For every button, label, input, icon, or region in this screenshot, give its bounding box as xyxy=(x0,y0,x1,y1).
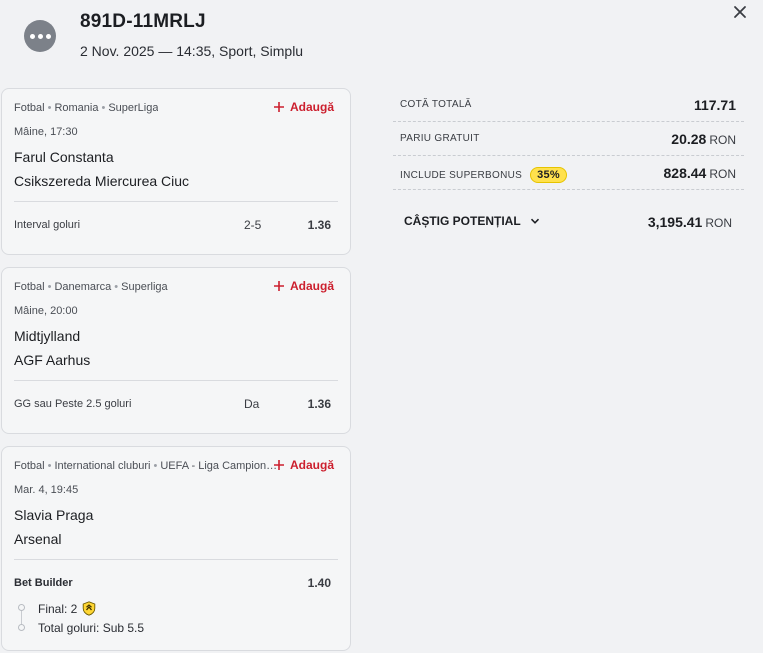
ticket-header: 891D-11MRLJ 2 Nov. 2025 — 14:35, Sport, … xyxy=(0,0,763,80)
free-bet-value: 20.28 xyxy=(671,131,707,147)
potential-win-row: CÂȘTIG POTENȚIAL 3,195.41 RON xyxy=(393,210,744,250)
timeline-dot xyxy=(18,624,25,631)
bet-card: Fotbal • Danemarca • Superliga Adaugă Mâine,… xyxy=(1,267,351,434)
selection: 2-5 xyxy=(244,218,262,232)
free-bet-row: PARIU GRATUIT 20.28 RON xyxy=(393,122,744,156)
chevron-down-icon xyxy=(530,218,539,224)
home-team: Slavia Praga xyxy=(14,507,94,523)
total-odds-row: COTĂ TOTALĂ 117.71 xyxy=(393,88,744,122)
away-team: Csikszereda Miercurea Ciuc xyxy=(14,173,190,189)
home-team: Farul Constanta xyxy=(14,149,114,165)
away-team: AGF Aarhus xyxy=(14,352,91,368)
superbonus-badge: 35% xyxy=(530,167,568,183)
superbonus-value: 828.44 xyxy=(663,165,707,181)
plus-icon xyxy=(273,460,284,470)
odd-value: 1.40 xyxy=(307,576,331,590)
home-team: Midtjylland xyxy=(14,328,81,344)
total-odds-label: COTĂ TOTALĂ xyxy=(400,99,472,110)
bet-card: Fotbal • International cluburi • UEFA - Liga… xyxy=(1,446,351,651)
add-button[interactable]: Adaugă xyxy=(273,100,334,114)
away-team: Arsenal xyxy=(14,531,62,547)
ticket-subtitle: 2 Nov. 2025 — 14:35, Sport, Simplu xyxy=(80,43,304,59)
more-dots-icon[interactable] xyxy=(24,20,56,52)
currency: RON xyxy=(705,216,732,230)
league-breadcrumb: Fotbal • Danemarca • Superliga xyxy=(14,281,168,293)
close-icon[interactable] xyxy=(731,3,749,21)
add-button[interactable]: Adaugă xyxy=(273,458,334,472)
superbonus-label: INCLUDE SUPERBONUS xyxy=(400,169,523,181)
total-odds-value: 117.71 xyxy=(693,97,736,113)
market-name: Interval goluri xyxy=(14,219,81,231)
ticket-id: 891D-11MRLJ xyxy=(80,11,206,32)
divider xyxy=(14,559,338,560)
free-bet-label: PARIU GRATUIT xyxy=(400,133,480,144)
plus-icon xyxy=(273,102,284,112)
builder-selection: Total goluri: Sub 5.5 xyxy=(38,621,145,635)
potential-win-value: 3,195.41 xyxy=(647,214,703,230)
event-time: Mâine, 17:30 xyxy=(14,126,78,138)
potential-win-label: CÂȘTIG POTENȚIAL xyxy=(404,214,521,228)
odd-value: 1.36 xyxy=(307,397,331,411)
event-time: Mar. 4, 19:45 xyxy=(14,484,79,496)
league-breadcrumb: Fotbal • Romania • SuperLiga xyxy=(14,102,159,114)
divider xyxy=(14,380,338,381)
divider xyxy=(14,201,338,202)
shield-icon xyxy=(83,601,96,616)
plus-icon xyxy=(273,281,284,291)
currency: RON xyxy=(709,167,736,181)
ticket-summary: COTĂ TOTALĂ 117.71 PARIU GRATUIT 20.28 RO… xyxy=(393,88,744,250)
odd-value: 1.36 xyxy=(307,218,331,232)
market-name: Bet Builder xyxy=(14,577,73,589)
selection: Da xyxy=(244,397,260,411)
league-breadcrumb: Fotbal • International cluburi • UEFA - Liga… xyxy=(14,460,279,472)
potential-win-toggle[interactable]: CÂȘTIG POTENȚIAL xyxy=(404,214,540,228)
event-time: Mâine, 20:00 xyxy=(14,305,78,317)
superbonus-row: INCLUDE SUPERBONUS 35% 828.44 RON xyxy=(393,156,744,190)
currency: RON xyxy=(709,133,736,147)
market-name: GG sau Peste 2.5 goluri xyxy=(14,398,132,410)
add-button[interactable]: Adaugă xyxy=(273,279,334,293)
timeline-dot xyxy=(18,604,25,611)
builder-selection: Final: 2 xyxy=(38,601,96,616)
bet-card: Fotbal • Romania • SuperLiga Adaugă Mâine, 1… xyxy=(1,88,351,255)
